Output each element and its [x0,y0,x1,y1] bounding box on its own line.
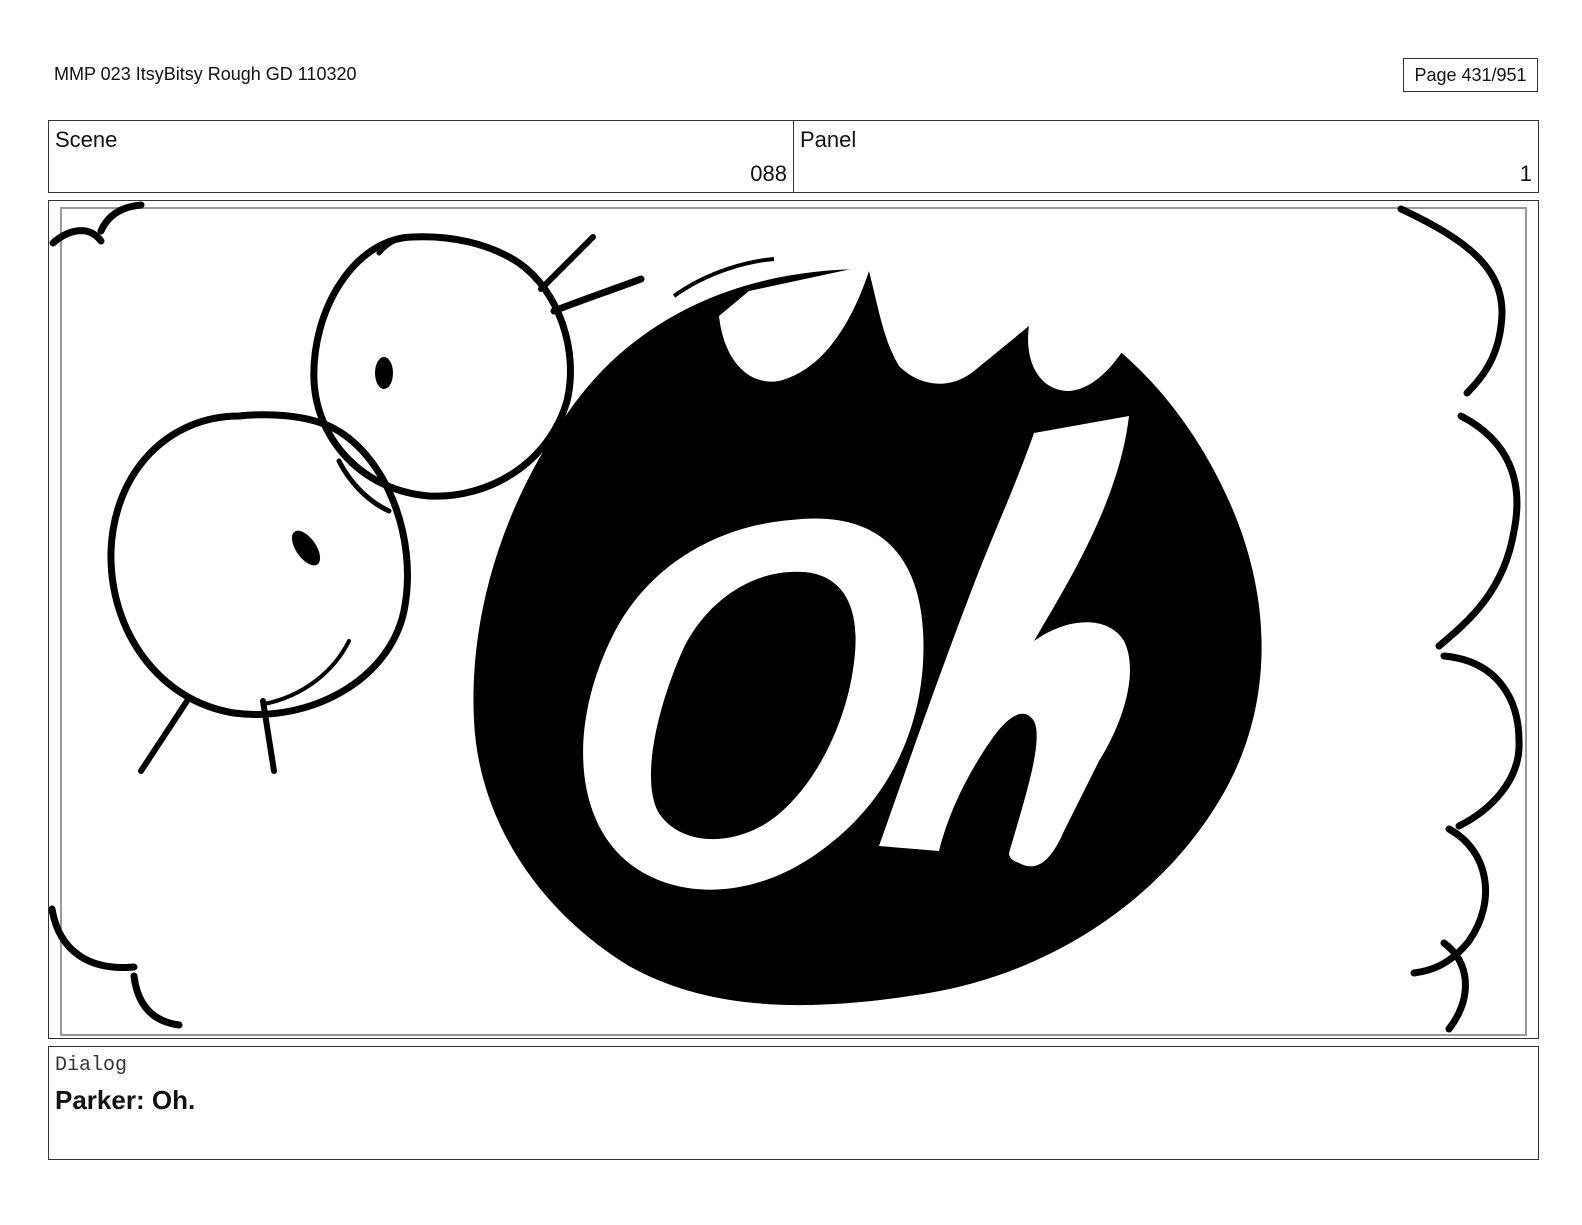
panel-number: 1 [1519,161,1532,186]
panel-label: Panel [800,127,857,152]
document-title: MMP 023 ItsyBitsy Rough GD 110320 [54,64,357,84]
storyboard-drawing [49,201,1527,1036]
dialog-text: Parker: Oh. [55,1085,196,1115]
page-indicator: Page 431/951 [1403,58,1538,92]
dialog-label: Dialog [55,1054,128,1077]
scene-label: Scene [55,127,118,152]
dialog-box: Dialog Parker: Oh. [48,1046,1539,1160]
scene-cell: Scene 088 [49,121,793,192]
scene-panel-info: Scene 088 Panel 1 [48,120,1539,193]
oh-sound-effect [473,257,1262,1006]
storyboard-frame [48,200,1539,1039]
panel-cell: Panel 1 [793,121,1538,192]
scene-number: 088 [750,161,787,186]
